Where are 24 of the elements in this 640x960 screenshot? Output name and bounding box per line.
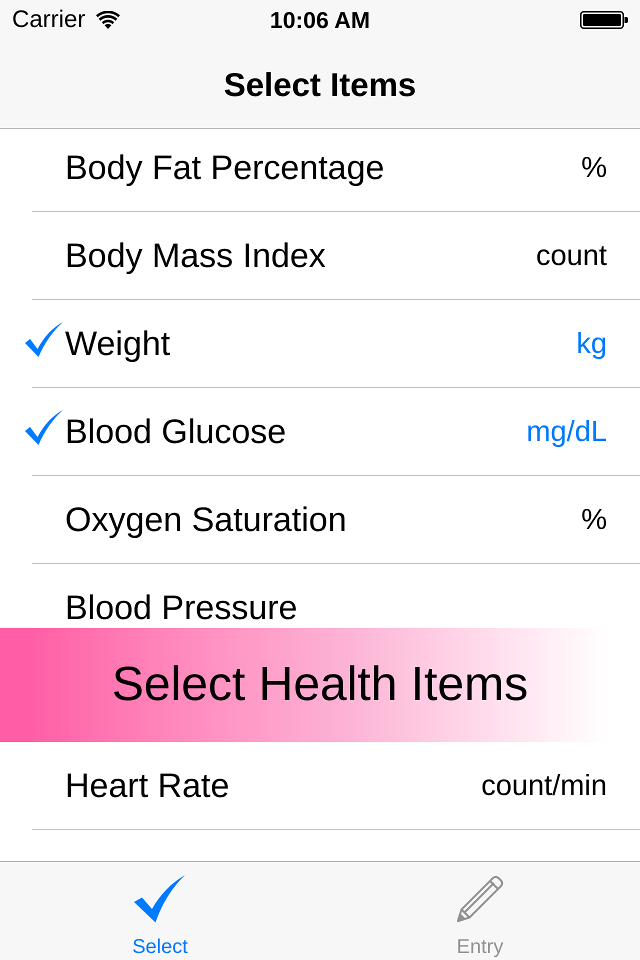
- tab-button[interactable]: Select: [0, 862, 320, 960]
- item-label: Body Mass Index: [65, 239, 326, 273]
- unit-label: count/min: [481, 772, 607, 800]
- wifi-icon: [96, 11, 120, 29]
- unit-label: mg/dL: [526, 418, 607, 446]
- checkmark-icon: [25, 410, 63, 446]
- banner-text: Select Health Items: [112, 661, 528, 709]
- item-label: Body Fat Percentage: [65, 151, 384, 185]
- nav-title: Select Items: [224, 68, 416, 100]
- item-label: Blood Glucose: [65, 415, 286, 449]
- unit-label: count: [536, 242, 607, 270]
- pencil-icon: [456, 875, 504, 923]
- battery-icon: [580, 11, 628, 29]
- unit-label: %: [581, 506, 607, 534]
- status-time: 10:06 AM: [270, 8, 370, 32]
- item-label: Oxygen Saturation: [65, 503, 347, 537]
- carrier-name: Carrier: [12, 8, 86, 32]
- unit-label: kg: [576, 330, 607, 358]
- item-label: Weight: [65, 327, 170, 361]
- unit-label: %: [581, 154, 607, 182]
- checkmark-icon: [25, 322, 63, 358]
- item-label: Heart Rate: [65, 769, 230, 803]
- item-label: Blood Pressure: [65, 591, 298, 625]
- checkmark-icon: [134, 875, 186, 923]
